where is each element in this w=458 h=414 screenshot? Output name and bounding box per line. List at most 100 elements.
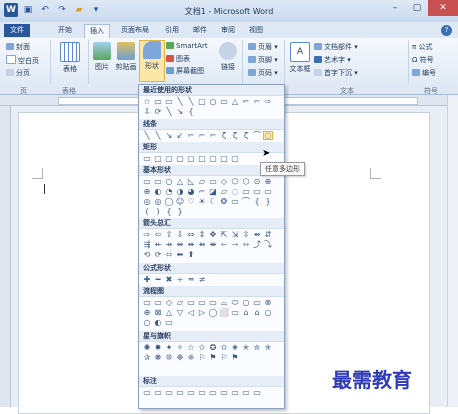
shape-item[interactable]: ▭ [186, 388, 196, 397]
shape-item[interactable]: ζ [219, 131, 229, 140]
equation-button[interactable]: π 公式 [412, 42, 432, 52]
shape-item[interactable]: ▽ [175, 308, 185, 317]
shape-item[interactable]: ✚ [142, 275, 152, 284]
shape-item[interactable]: ☀ [197, 197, 207, 206]
shape-item[interactable]: ▢ [175, 154, 185, 163]
shape-item[interactable]: ❂ [219, 197, 229, 206]
cover-page-button[interactable]: 封面 [6, 42, 30, 52]
shape-item[interactable]: ▭ [208, 388, 218, 397]
textbox-button[interactable]: A 文本框 [288, 42, 312, 74]
shape-item[interactable]: ⇔ [186, 230, 196, 239]
shape-item[interactable]: ↙ [175, 131, 185, 140]
shape-item[interactable]: ⊕ [142, 308, 152, 317]
smartart-button[interactable]: SmartArt [166, 42, 208, 50]
shape-item[interactable]: ⇨ [263, 97, 273, 106]
shape-item[interactable]: ▭ [263, 187, 273, 196]
shape-item[interactable]: ⇽ [219, 240, 229, 249]
shape-item[interactable]: ⬄ [164, 250, 174, 259]
shape-item[interactable]: ╲ [175, 97, 185, 106]
wordart-button[interactable]: 艺术字 ▾ [314, 55, 351, 65]
shape-item[interactable]: △ [230, 97, 240, 106]
shape-item[interactable]: ⌐ [186, 131, 196, 140]
shape-item[interactable]: ◕ [186, 187, 196, 196]
symbol-button[interactable]: Ω 符号 [412, 55, 434, 65]
shape-item[interactable]: ▭ [252, 388, 262, 397]
tab-mailings[interactable]: 邮件 [190, 24, 210, 37]
blank-page-button[interactable]: 空白页 [6, 55, 39, 66]
shape-item[interactable]: { [164, 207, 174, 216]
shape-item[interactable]: ▭ [153, 177, 163, 186]
shape-item[interactable]: ▭ [230, 197, 240, 206]
tab-references[interactable]: 引用 [162, 24, 182, 37]
shape-item[interactable]: ⚐ [197, 353, 207, 362]
help-icon[interactable]: ? [441, 25, 452, 36]
dropcap-button[interactable]: 首字下沉 ▾ [314, 68, 358, 78]
tab-view[interactable]: 视图 [246, 24, 266, 37]
shape-item[interactable]: ⇷ [153, 240, 163, 249]
minimize-icon[interactable]: – [384, 0, 406, 16]
shape-item[interactable]: ✥ [208, 230, 218, 239]
page-number-button[interactable]: 页码 ▾ [248, 68, 278, 78]
shape-item[interactable]: ✮ [252, 343, 262, 352]
shape-item[interactable]: ▢ [197, 97, 207, 106]
shape-item[interactable]: ζ [241, 131, 251, 140]
shape-item[interactable]: ▭ [164, 97, 174, 106]
shape-item[interactable]: ⌓ [219, 298, 229, 307]
shape-item[interactable]: ❊ [164, 353, 174, 362]
tab-home[interactable]: 开始 [54, 24, 76, 37]
shape-item[interactable]: ✬ [230, 343, 240, 352]
shape-item[interactable]: ✪ [208, 343, 218, 352]
shape-item[interactable]: ▭ [153, 298, 163, 307]
shape-item[interactable]: ✰ [142, 353, 152, 362]
shape-item[interactable]: ✧ [175, 343, 185, 352]
shape-item[interactable]: ▢ [230, 154, 240, 163]
shape-item[interactable]: ⌒ [241, 197, 251, 206]
shape-item[interactable]: ▭ [175, 388, 185, 397]
shape-item[interactable]: ╲ [164, 107, 174, 116]
shape-item[interactable]: ◔ [164, 187, 174, 196]
shape-item[interactable]: ◌ [230, 187, 240, 196]
link-button[interactable]: 链接 [216, 42, 240, 72]
shape-item[interactable]: ☆ [142, 97, 152, 106]
clipart-button[interactable]: 剪贴画 [114, 42, 138, 72]
shape-item[interactable]: ◎ [142, 197, 152, 206]
shape-item[interactable]: ◪ [208, 187, 218, 196]
shape-item[interactable]: △ [175, 177, 185, 186]
shape-item[interactable]: ▭ [208, 298, 218, 307]
shape-item[interactable]: ✹ [153, 343, 163, 352]
shape-item[interactable]: ☆ [186, 343, 196, 352]
shape-item[interactable]: ♡ [186, 197, 196, 206]
shape-item[interactable]: ▭ [230, 388, 240, 397]
shape-item[interactable]: ⌐ [241, 97, 251, 106]
footer-button[interactable]: 页脚 ▾ [248, 55, 278, 65]
shape-item[interactable]: △ [164, 308, 174, 317]
shape-item[interactable]: ↘ [164, 131, 174, 140]
shape-item[interactable]: } [175, 207, 185, 216]
shape-item[interactable]: ═ [186, 275, 196, 284]
shape-item[interactable]: ⤴ [252, 240, 262, 249]
shape-item[interactable]: ⇨ [142, 230, 152, 239]
shape-item[interactable]: ▭ [142, 154, 152, 163]
shape-item[interactable]: ⬆ [186, 250, 196, 259]
shape-item[interactable]: ▷ [197, 308, 207, 317]
shape-item[interactable]: ⇩ [142, 107, 152, 116]
shape-item[interactable]: ▭ [153, 97, 163, 106]
shape-item[interactable]: ▭ [219, 97, 229, 106]
shape-item[interactable]: ☺ [175, 197, 185, 206]
shape-item[interactable]: ▭ [241, 388, 251, 397]
shape-item[interactable]: ◐ [153, 187, 163, 196]
shape-item[interactable]: ⇶ [142, 240, 152, 249]
shape-item[interactable]: ≠ [197, 275, 207, 284]
shape-item[interactable]: ╲ [142, 131, 152, 140]
shape-item[interactable]: ◑ [175, 187, 185, 196]
close-icon[interactable]: ✕ [428, 0, 458, 16]
shape-item[interactable]: ▢ [186, 154, 196, 163]
shape-item[interactable]: ⌐ [208, 131, 218, 140]
shape-item[interactable]: ▱ [219, 187, 229, 196]
shape-item[interactable]: ✦ [164, 343, 174, 352]
shape-item[interactable]: ○ [142, 318, 152, 327]
shape-item[interactable]: ▢ [153, 154, 163, 163]
shape-item[interactable]: ⤵ [263, 240, 273, 249]
shape-item[interactable]: ⇺ [186, 240, 196, 249]
shape-item[interactable]: ⇲ [230, 230, 240, 239]
